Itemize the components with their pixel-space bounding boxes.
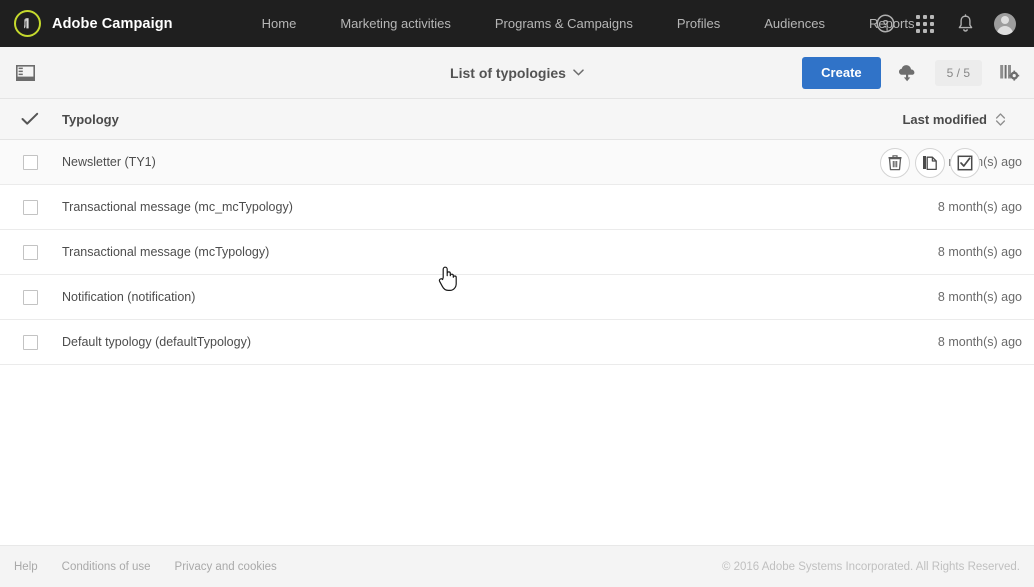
row-checkbox[interactable]	[22, 334, 38, 350]
chevron-down-icon	[573, 69, 584, 76]
row-typology-name: Default typology (defaultTypology)	[62, 335, 251, 349]
app-grid-dots	[916, 14, 934, 33]
row-select-cell	[0, 154, 60, 170]
page-footer: Help Conditions of use Privacy and cooki…	[0, 545, 1034, 587]
checkbox-checked-icon	[957, 155, 973, 170]
page-title-text: List of typologies	[450, 64, 566, 81]
row-checkbox[interactable]	[22, 289, 38, 305]
nav-link-home[interactable]: Home	[240, 0, 319, 47]
table-row[interactable]: Notification (notification) 8 month(s) a…	[0, 275, 1034, 320]
row-typology-name: Transactional message (mcTypology)	[62, 245, 270, 259]
row-select-cell	[0, 244, 60, 260]
table-row[interactable]: Newsletter (TY1) 8 month(s) ago	[0, 140, 1034, 185]
notifications-bell-icon[interactable]	[952, 11, 978, 37]
column-settings-icon[interactable]	[996, 60, 1022, 86]
table-header-row: Typology Last modified	[0, 99, 1034, 140]
column-header-last-modified[interactable]: Last modified	[884, 112, 1034, 127]
nav-link-marketing-activities[interactable]: Marketing activities	[318, 0, 473, 47]
record-count-badge[interactable]: 5 / 5	[934, 59, 982, 86]
row-typology-name: Transactional message (mc_mcTypology)	[62, 200, 293, 214]
footer-link-conditions-of-use[interactable]: Conditions of use	[62, 561, 151, 573]
row-last-modified: 8 month(s) ago	[937, 245, 1022, 259]
brand[interactable]: Adobe Campaign	[0, 10, 173, 37]
user-avatar-icon[interactable]	[992, 11, 1018, 37]
row-last-modified: 8 month(s) ago	[937, 335, 1022, 349]
checkmark-icon[interactable]	[21, 112, 39, 126]
top-nav-icons: ?	[872, 0, 1024, 47]
footer-copyright: © 2016 Adobe Systems Incorporated. All R…	[721, 560, 1020, 573]
create-button[interactable]: Create	[802, 56, 881, 89]
table-row[interactable]: Default typology (defaultTypology) 8 mon…	[0, 320, 1034, 365]
adobe-campaign-logo-icon	[14, 10, 41, 37]
footer-links: Help Conditions of use Privacy and cooki…	[14, 561, 277, 573]
app-grid-icon[interactable]	[912, 11, 938, 37]
row-select-cell	[0, 289, 60, 305]
row-typology-name: Notification (notification)	[62, 290, 196, 304]
row-last-modified: 8 month(s) ago	[937, 200, 1022, 214]
select-all-cell	[0, 112, 60, 126]
typology-table: Typology Last modified Newsletter (TY1) …	[0, 99, 1034, 365]
trash-icon	[888, 154, 902, 170]
table-row[interactable]: Transactional message (mc_mcTypology) 8 …	[0, 185, 1034, 230]
delete-row-button[interactable]	[880, 147, 910, 178]
row-last-modified: 8 month(s) ago	[937, 290, 1022, 304]
row-typology-name: Newsletter (TY1)	[62, 155, 156, 169]
footer-link-privacy-and-cookies[interactable]: Privacy and cookies	[175, 561, 277, 573]
select-row-button[interactable]	[950, 147, 980, 178]
row-select-cell	[0, 334, 60, 350]
column-header-last-modified-label: Last modified	[902, 111, 987, 127]
row-action-buttons	[880, 140, 980, 185]
help-icon[interactable]: ?	[872, 11, 898, 37]
typology-list-dropdown[interactable]: List of typologies	[450, 65, 584, 81]
adobe-campaign-app: Adobe Campaign Home Marketing activities…	[0, 0, 1034, 587]
sort-updown-icon	[995, 112, 1006, 126]
duplicate-row-button[interactable]	[915, 147, 945, 178]
nav-link-programs-campaigns[interactable]: Programs & Campaigns	[473, 0, 655, 47]
svg-text:?: ?	[882, 19, 889, 31]
row-checkbox[interactable]	[22, 244, 38, 260]
row-select-cell	[0, 199, 60, 215]
table-row[interactable]: Transactional message (mcTypology) 8 mon…	[0, 230, 1034, 275]
column-header-typology[interactable]: Typology	[60, 112, 884, 127]
sidebar-toggle-icon[interactable]	[14, 62, 36, 84]
row-checkbox[interactable]	[22, 199, 38, 215]
avatar	[994, 12, 1016, 35]
toolbar-actions: Create 5 / 5	[802, 56, 1022, 89]
nav-link-audiences[interactable]: Audiences	[742, 0, 847, 47]
footer-link-help[interactable]: Help	[14, 561, 38, 573]
brand-name: Adobe Campaign	[52, 15, 173, 32]
cloud-download-icon[interactable]	[895, 60, 921, 86]
typology-list-content: Typology Last modified Newsletter (TY1) …	[0, 99, 1034, 545]
top-navigation-bar: Adobe Campaign Home Marketing activities…	[0, 0, 1034, 47]
duplicate-icon	[923, 155, 937, 170]
nav-link-profiles[interactable]: Profiles	[655, 0, 742, 47]
row-checkbox[interactable]	[22, 154, 38, 170]
main-nav-links: Home Marketing activities Programs & Cam…	[240, 0, 937, 47]
page-toolbar: List of typologies Create 5 / 5	[0, 47, 1034, 99]
